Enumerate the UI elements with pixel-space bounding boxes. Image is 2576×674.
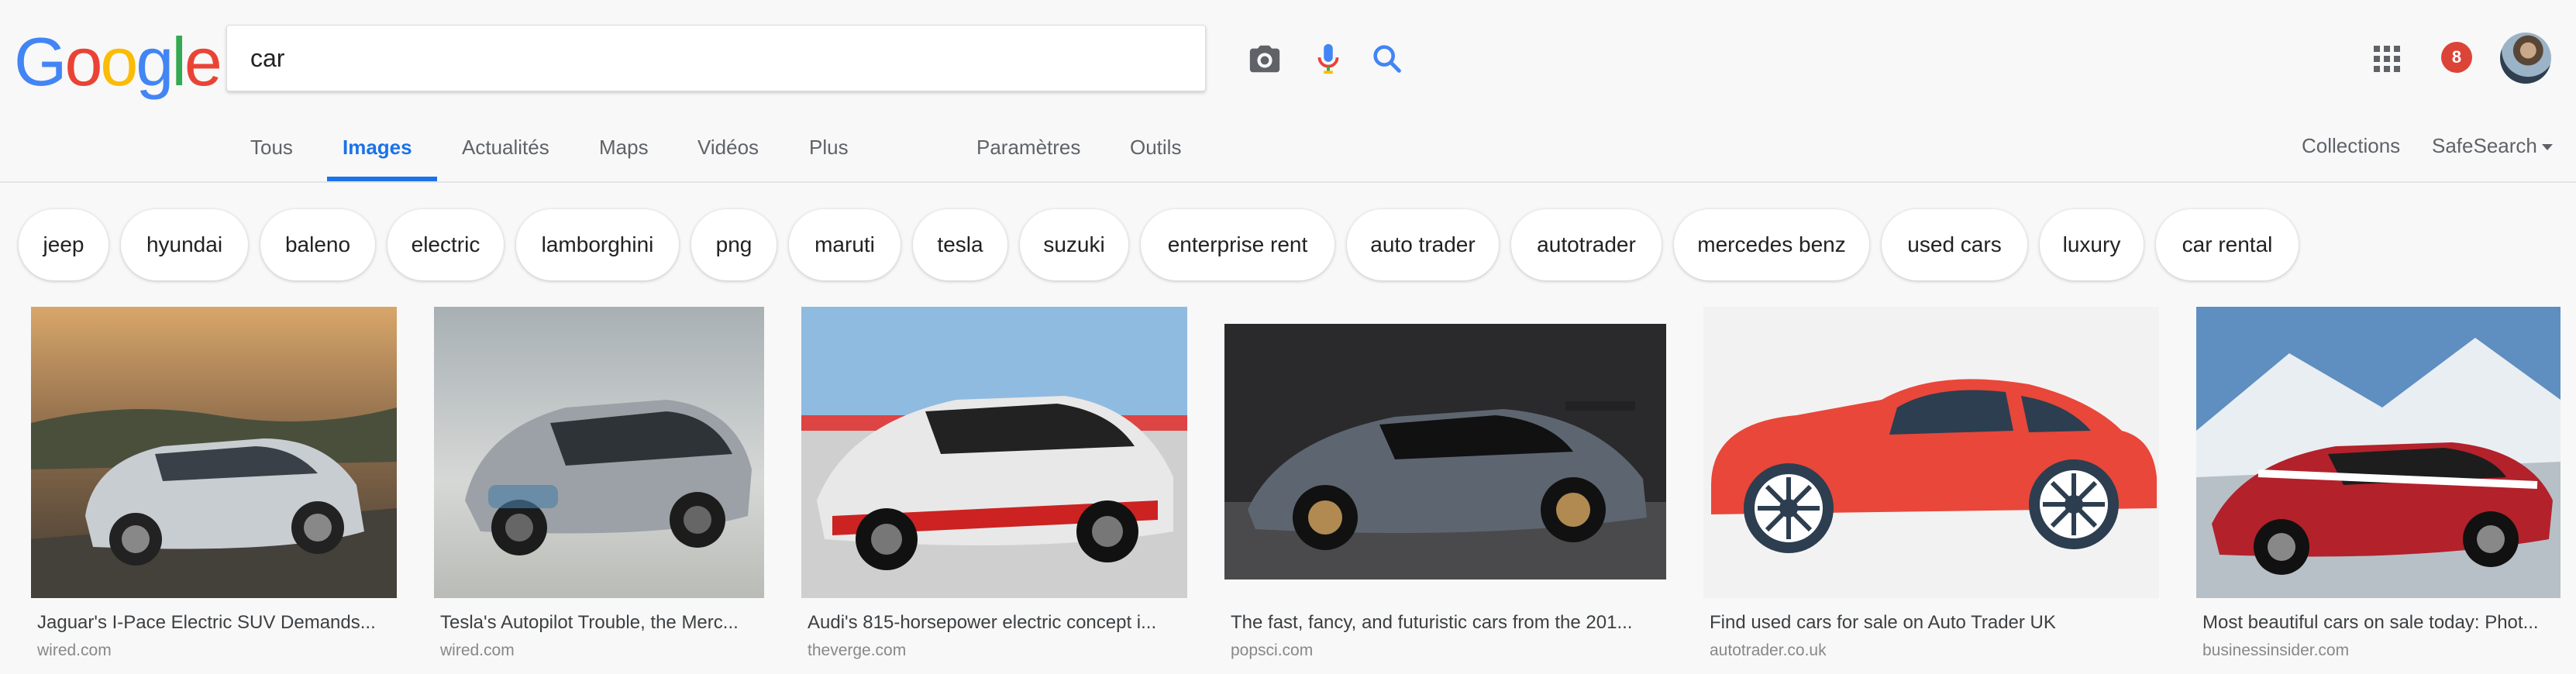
related-chip[interactable]: auto trader: [1347, 209, 1499, 280]
result-domain: popsci.com: [1231, 641, 1314, 659]
google-logo[interactable]: Google: [14, 23, 222, 100]
logo-letter: o: [100, 23, 138, 100]
result-caption[interactable]: Tesla's Autopilot Trouble, the Merc...: [440, 612, 761, 634]
tab-plus[interactable]: Plus: [809, 132, 849, 163]
tab-videos[interactable]: Vidéos: [697, 132, 759, 163]
related-chip[interactable]: enterprise rent: [1141, 209, 1334, 280]
logo-letter: G: [14, 23, 67, 100]
result-caption[interactable]: Audi's 815-horsepower electric concept i…: [808, 612, 1184, 634]
tab-maps[interactable]: Maps: [599, 132, 649, 163]
logo-letter: e: [184, 23, 222, 100]
search-input[interactable]: [250, 26, 1010, 91]
result-thumbnail[interactable]: [801, 307, 1187, 598]
result-thumbnail[interactable]: [1703, 307, 2159, 598]
tab-actualites[interactable]: Actualités: [462, 132, 549, 163]
related-chip[interactable]: baleno: [260, 209, 375, 280]
result-domain: autotrader.co.uk: [1710, 641, 1827, 659]
header-divider: [0, 181, 2576, 183]
related-chip[interactable]: maruti: [789, 209, 901, 280]
result-caption[interactable]: Jaguar's I-Pace Electric SUV Demands...: [37, 612, 394, 634]
collections-link[interactable]: Collections: [2302, 130, 2400, 161]
result-domain: theverge.com: [808, 641, 907, 659]
safesearch-label: SafeSearch: [2432, 134, 2537, 157]
camera-icon[interactable]: [1247, 41, 1283, 77]
tools-link[interactable]: Outils: [1130, 132, 1181, 163]
result-caption[interactable]: Find used cars for sale on Auto Trader U…: [1710, 612, 2156, 634]
result-domain: wired.com: [37, 641, 112, 659]
related-chip[interactable]: used cars: [1882, 209, 2027, 280]
result-caption[interactable]: The fast, fancy, and futuristic cars fro…: [1231, 612, 1663, 634]
related-chip[interactable]: hyundai: [121, 209, 248, 280]
logo-letter: g: [136, 23, 174, 100]
related-chip[interactable]: car rental: [2156, 209, 2299, 280]
caret-down-icon: [2541, 144, 2553, 151]
related-chip[interactable]: tesla: [913, 209, 1007, 280]
logo-letter: l: [171, 23, 186, 100]
search-box: [226, 25, 1401, 91]
tab-tous[interactable]: Tous: [250, 132, 293, 163]
related-chip[interactable]: jeep: [19, 209, 108, 280]
related-chip[interactable]: png: [691, 209, 777, 280]
tab-images[interactable]: Images: [343, 132, 412, 163]
notification-badge[interactable]: 8: [2441, 42, 2472, 73]
microphone-icon[interactable]: [1310, 41, 1346, 77]
apps-grid-icon[interactable]: [2373, 45, 2401, 73]
safesearch-menu[interactable]: SafeSearch: [2432, 130, 2553, 161]
result-thumbnail[interactable]: [434, 307, 764, 598]
related-chip[interactable]: lamborghini: [516, 209, 679, 280]
result-caption[interactable]: Most beautiful cars on sale today: Phot.…: [2202, 612, 2557, 634]
settings-link[interactable]: Paramètres: [976, 132, 1080, 163]
wheel: [1744, 463, 1834, 553]
related-chip[interactable]: luxury: [2040, 209, 2144, 280]
avatar[interactable]: [2500, 33, 2551, 84]
result-domain: wired.com: [440, 641, 515, 659]
logo-letter: o: [64, 23, 102, 100]
related-chip[interactable]: autotrader: [1511, 209, 1662, 280]
result-thumbnail[interactable]: [1224, 324, 1666, 579]
result-thumbnail[interactable]: [2196, 307, 2561, 598]
result-thumbnail[interactable]: [31, 307, 397, 598]
related-chip[interactable]: mercedes benz: [1674, 209, 1869, 280]
related-chip[interactable]: suzuki: [1020, 209, 1128, 280]
search-icon[interactable]: [1369, 41, 1405, 77]
related-chip[interactable]: electric: [387, 209, 504, 280]
result-domain: businessinsider.com: [2202, 641, 2350, 659]
